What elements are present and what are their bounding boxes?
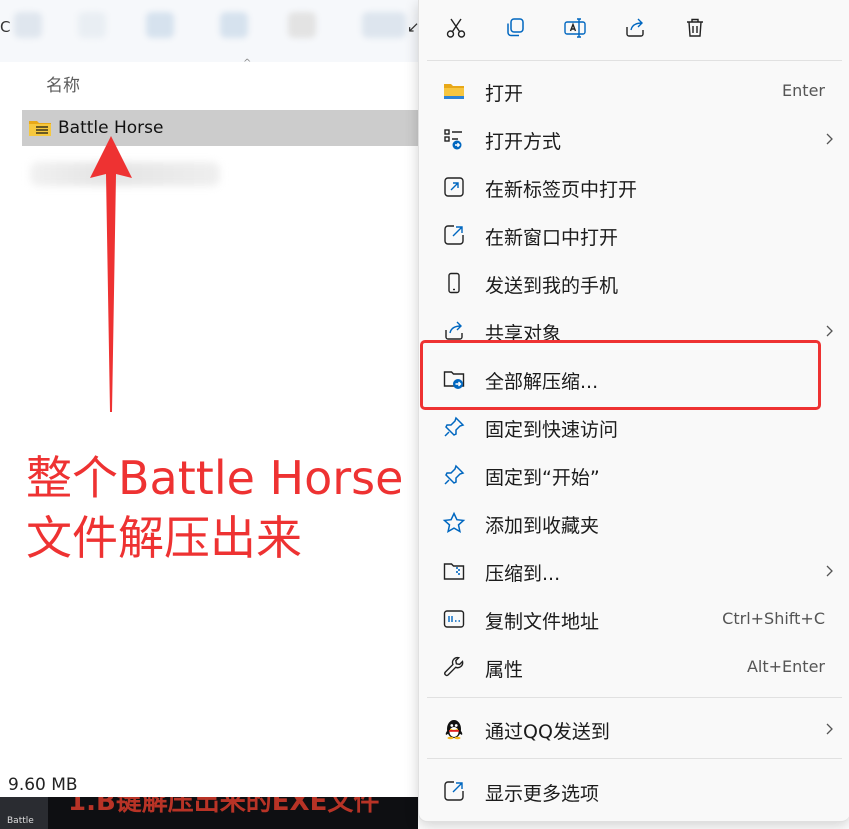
menu-item-label: 复制文件地址 bbox=[485, 611, 600, 633]
qq-penguin-icon bbox=[441, 717, 467, 741]
toolbar-button-blurred[interactable] bbox=[288, 12, 316, 38]
menu-item-label: 打开 bbox=[485, 83, 524, 105]
menu-item-open-new-window[interactable]: 在新窗口中打开 bbox=[427, 212, 842, 258]
toolbar-clipped-text: C bbox=[0, 18, 11, 36]
phone-icon bbox=[441, 271, 467, 295]
scissors-icon bbox=[446, 18, 466, 38]
annotation-line-2: 文件解压出来 bbox=[26, 511, 302, 565]
menu-separator bbox=[427, 697, 842, 698]
cut-button[interactable] bbox=[438, 10, 474, 46]
menu-item-shortcut: Enter bbox=[782, 81, 825, 100]
copy-button[interactable] bbox=[497, 10, 533, 46]
annotation-line-1: 整个Battle Horse bbox=[26, 451, 404, 505]
open-with-icon bbox=[441, 127, 467, 151]
menu-item-properties[interactable]: 属性 Alt+Enter bbox=[427, 644, 842, 690]
menu-item-add-favorites[interactable]: 添加到收藏夹 bbox=[427, 500, 842, 546]
menu-item-send-to-phone[interactable]: 发送到我的手机 bbox=[427, 260, 842, 306]
menu-item-label: 通过QQ发送到 bbox=[485, 721, 610, 743]
pin-icon bbox=[441, 415, 467, 439]
chevron-right-icon bbox=[826, 723, 833, 735]
menu-item-label: 发送到我的手机 bbox=[485, 275, 619, 297]
red-highlight-box bbox=[420, 340, 821, 410]
red-arrow-annotation bbox=[90, 136, 132, 412]
explorer-toolbar: C ↙ bbox=[0, 0, 418, 62]
toolbar-button-blurred[interactable] bbox=[362, 12, 406, 38]
file-row-selected[interactable]: Battle Horse bbox=[22, 110, 418, 146]
new-window-icon bbox=[441, 223, 467, 247]
sort-indicator-icon: ^ bbox=[243, 58, 251, 69]
trash-icon bbox=[687, 18, 703, 37]
wrench-icon bbox=[441, 655, 467, 679]
share-icon bbox=[626, 18, 644, 37]
status-file-size: 9.60 MB bbox=[8, 775, 78, 795]
taskbar-app-button[interactable]: Battle bbox=[0, 797, 48, 829]
chevron-right-icon bbox=[826, 325, 833, 337]
pin-start-icon bbox=[441, 463, 467, 487]
context-menu: 打开 Enter 打开方式 在新标签页中打开 在新窗口中打开 发送到我的手机 共… bbox=[418, 0, 849, 822]
menu-item-label: 添加到收藏夹 bbox=[485, 515, 600, 537]
rename-icon bbox=[564, 18, 586, 38]
menu-item-shortcut: Ctrl+Shift+C bbox=[722, 609, 825, 628]
menu-item-label: 打开方式 bbox=[485, 131, 562, 153]
chevron-right-icon bbox=[826, 565, 833, 577]
menu-item-copy-path[interactable]: 复制文件地址 Ctrl+Shift+C bbox=[427, 596, 842, 642]
file-name: Battle Horse bbox=[58, 118, 164, 138]
toolbar-button-blurred[interactable] bbox=[78, 12, 106, 38]
file-explorer-window: C ↙ 名称 ^ Battle Horse 整个Battle Horse 文件解… bbox=[0, 0, 418, 829]
toolbar-button-blurred[interactable] bbox=[146, 12, 174, 38]
star-icon bbox=[441, 511, 467, 535]
menu-item-label: 固定到快速访问 bbox=[485, 419, 619, 441]
annotation-text: 整个Battle Horse 文件解压出来 bbox=[26, 448, 403, 568]
menu-item-label: 属性 bbox=[485, 659, 524, 681]
menu-item-label: 显示更多选项 bbox=[485, 783, 600, 805]
taskbar: Battle 1.B键解压出来的EXE文件 bbox=[0, 797, 418, 829]
taskbar-app-label: Battle bbox=[7, 816, 34, 826]
menu-item-label: 固定到“开始” bbox=[485, 467, 600, 489]
menu-item-open[interactable]: 打开 Enter bbox=[427, 68, 842, 114]
toolbar-button-blurred[interactable] bbox=[14, 12, 42, 38]
delete-button[interactable] bbox=[677, 10, 713, 46]
copy-path-icon bbox=[441, 607, 467, 631]
toolbar-button-blurred[interactable] bbox=[220, 12, 248, 38]
menu-item-label: 压缩到... bbox=[485, 563, 561, 585]
zip-folder-icon bbox=[29, 121, 51, 136]
zip-icon bbox=[441, 559, 467, 583]
chevron-right-icon bbox=[826, 133, 833, 145]
menu-item-send-via-qq[interactable]: 通过QQ发送到 bbox=[427, 706, 842, 752]
new-tab-icon bbox=[441, 175, 467, 199]
name-column-header[interactable]: 名称 bbox=[46, 71, 80, 96]
folder-icon bbox=[441, 79, 467, 103]
menu-separator bbox=[427, 758, 842, 759]
menu-item-compress-to[interactable]: 压缩到... bbox=[427, 548, 842, 594]
toolbar-clipped-text: ↙ bbox=[407, 18, 418, 36]
menu-item-label: 在新标签页中打开 bbox=[485, 179, 638, 201]
video-caption-text: 1.B键解压出来的EXE文件 bbox=[68, 797, 380, 817]
menu-separator bbox=[427, 60, 842, 61]
share-button[interactable] bbox=[617, 10, 653, 46]
copy-icon bbox=[507, 18, 524, 37]
menu-item-shortcut: Alt+Enter bbox=[746, 657, 825, 676]
rename-button[interactable] bbox=[557, 10, 593, 46]
menu-item-show-more-options[interactable]: 显示更多选项 bbox=[427, 768, 842, 814]
menu-item-pin-quick-access[interactable]: 固定到快速访问 bbox=[427, 404, 842, 450]
menu-item-open-new-tab[interactable]: 在新标签页中打开 bbox=[427, 164, 842, 210]
menu-item-label: 在新窗口中打开 bbox=[485, 227, 619, 249]
context-menu-quick-actions bbox=[419, 0, 849, 58]
menu-item-pin-start[interactable]: 固定到“开始” bbox=[427, 452, 842, 498]
more-options-icon bbox=[441, 779, 467, 803]
menu-item-open-with[interactable]: 打开方式 bbox=[427, 116, 842, 162]
